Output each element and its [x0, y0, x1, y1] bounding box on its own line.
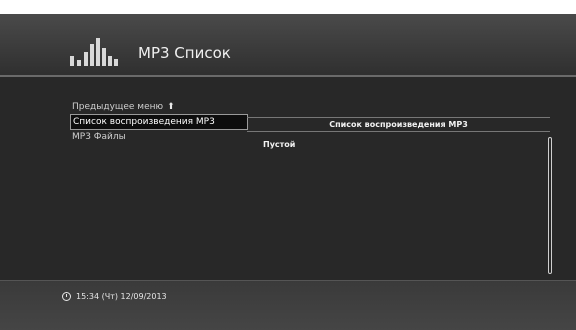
equalizer-bars-icon	[70, 36, 126, 66]
side-menu: Предыдущее меню ⬆ Список воспроизведения …	[70, 100, 248, 144]
menu-item-label: Список воспроизведения MP3	[73, 117, 215, 127]
alarm-clock-icon	[62, 292, 71, 301]
empty-label: Пустой	[263, 140, 296, 149]
footer-bar	[0, 280, 576, 330]
panel-header: Список воспроизведения MP3	[247, 117, 550, 132]
arrow-up-icon: ⬆	[167, 102, 175, 112]
menu-item-playlist[interactable]: Список воспроизведения MP3	[70, 114, 248, 130]
footer-divider	[0, 280, 576, 281]
tv-screen: MP3 Список Предыдущее меню ⬆ Список воспр…	[0, 0, 576, 330]
menu-item-label: Предыдущее меню	[72, 102, 164, 112]
clock-display: 15:34 (Чт) 12/09/2013	[62, 292, 167, 301]
top-border	[0, 0, 576, 14]
menu-item-previous[interactable]: Предыдущее меню ⬆	[70, 100, 248, 114]
datetime-text: 15:34 (Чт) 12/09/2013	[76, 292, 167, 301]
menu-item-mp3-files[interactable]: MP3 Файлы	[70, 130, 248, 144]
playlist-panel: Список воспроизведения MP3 Пустой	[247, 115, 552, 275]
menu-item-label: MP3 Файлы	[72, 132, 126, 142]
page-title: MP3 Список	[138, 44, 231, 62]
scrollbar[interactable]	[548, 137, 552, 274]
